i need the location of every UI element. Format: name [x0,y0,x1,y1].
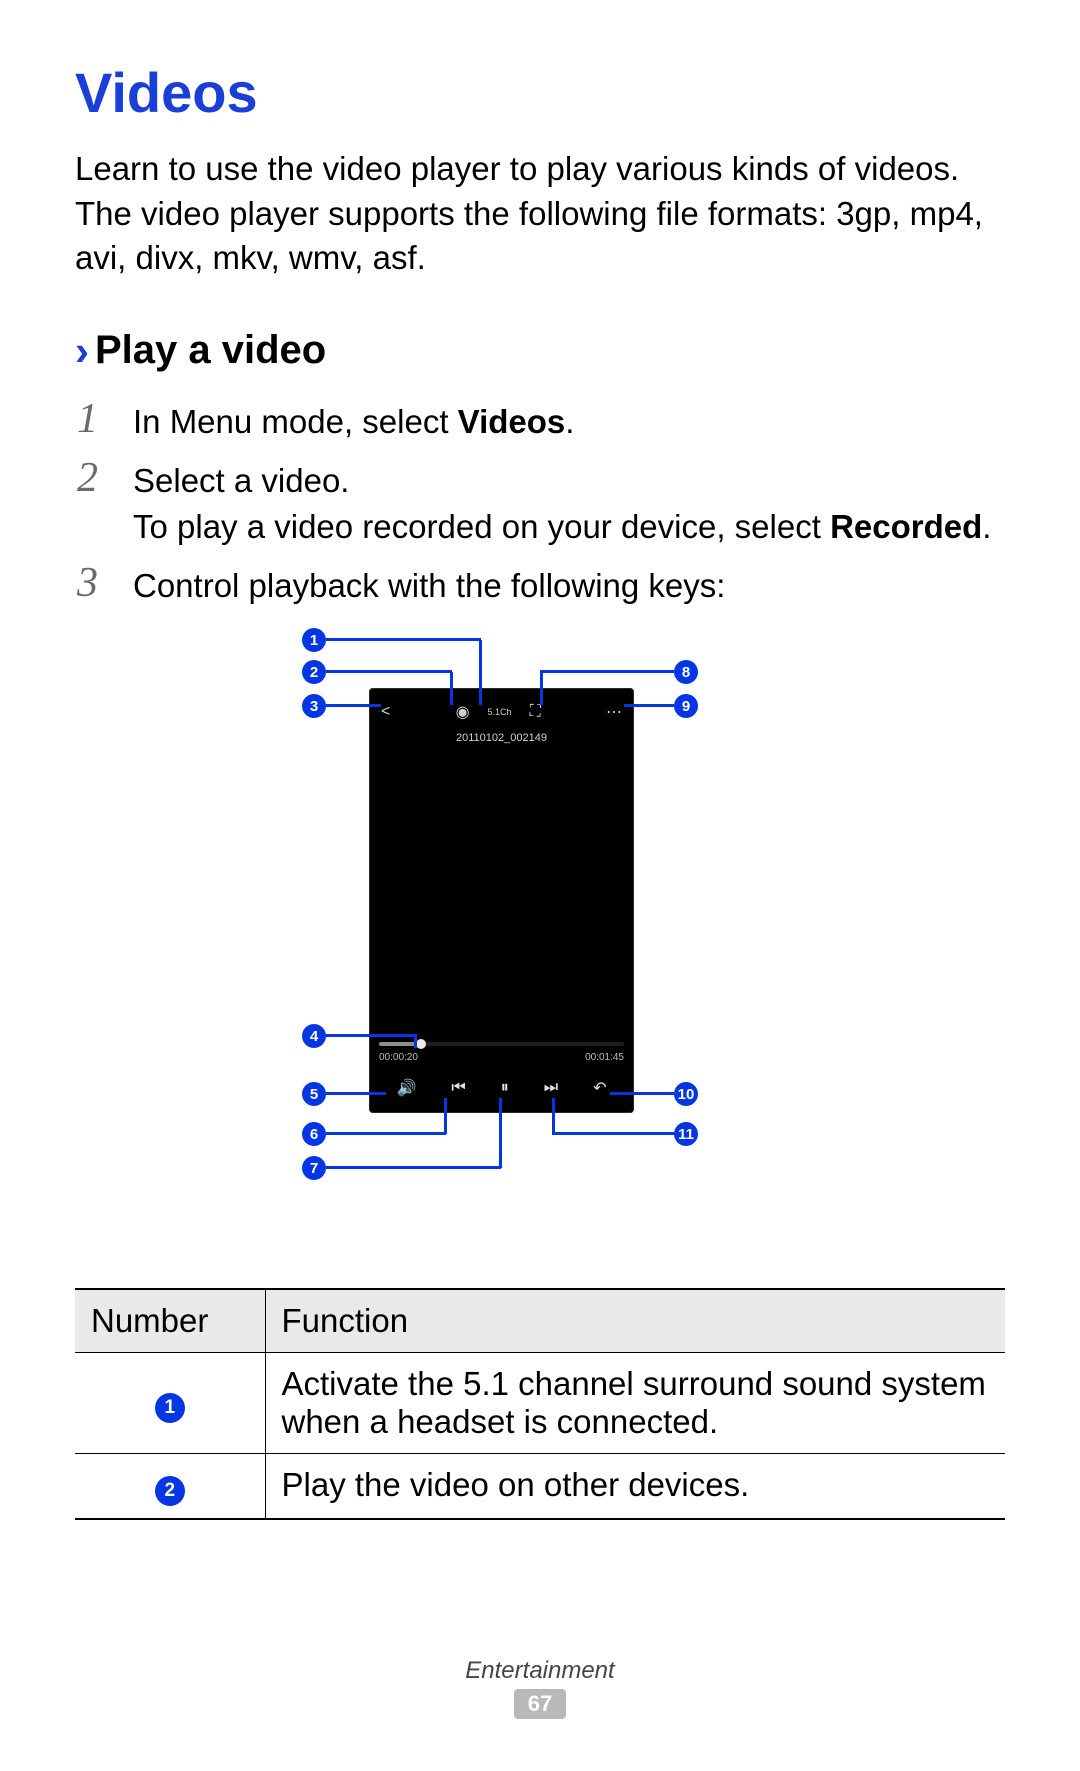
callout-7: 7 [302,1156,326,1180]
callout-line [326,670,452,673]
callout-3: 3 [302,694,326,718]
chevron-icon: › [75,327,89,375]
function-table: Number Function 1 Activate the 5.1 chann… [75,1288,1005,1520]
volume-icon[interactable]: 🔊 [396,1078,416,1098]
callout-line [414,1034,417,1048]
step-text-fragment: . [982,508,991,545]
number-badge: 2 [155,1476,185,1506]
page-title: Videos [75,60,1005,125]
table-header-row: Number Function [75,1289,1005,1353]
surround-label[interactable]: 5.1Ch [488,707,512,717]
video-filename: 20110102_002149 [369,732,634,744]
callout-5: 5 [302,1082,326,1106]
callout-line [540,672,543,705]
row-function-cell: Play the video on other devices. [265,1454,1005,1520]
callout-10: 10 [674,1082,698,1106]
col-number: Number [75,1289,265,1353]
step-text-fragment: To play a video recorded on your device,… [133,508,830,545]
step-text-line: Select a video. [133,462,349,499]
step-text: Control playback with the following keys… [133,559,725,610]
video-area[interactable] [375,750,628,1039]
callout-line [444,1098,447,1134]
table-row: 1 Activate the 5.1 channel surround soun… [75,1353,1005,1454]
topbar-middle: ◉ 5.1Ch ⛶ [456,702,541,722]
table-row: 2 Play the video on other devices. [75,1454,1005,1520]
callout-line [499,1098,502,1168]
footer-category: Entertainment [0,1657,1080,1685]
callout-line [326,704,381,707]
row-number-cell: 2 [75,1454,265,1520]
step-text: Select a video. To play a video recorded… [133,454,991,552]
callout-2: 2 [302,660,326,684]
step-number: 1 [77,395,133,443]
step-text: In Menu mode, select Videos. [133,395,574,446]
callout-line [540,670,674,673]
progress-knob[interactable] [416,1039,426,1049]
section-title: Play a video [95,328,326,373]
time-elapsed: 00:00:20 [379,1052,418,1063]
time-total: 00:01:45 [585,1052,624,1063]
fullscreen-icon[interactable]: ⛶ [530,703,541,721]
callout-1: 1 [302,628,326,652]
player-topbar: < ◉ 5.1Ch ⛶ ⋯ [369,694,634,730]
callout-line [326,1166,501,1169]
step-text-fragment: . [565,403,574,440]
step-number: 2 [77,454,133,502]
back-icon[interactable]: ↶ [593,1078,606,1098]
step-2: 2 Select a video. To play a video record… [77,454,1005,552]
callout-6: 6 [302,1122,326,1146]
previous-icon[interactable]: ⏮ [451,1079,465,1097]
steps-list: 1 In Menu mode, select Videos. 2 Select … [77,395,1005,610]
step-1: 1 In Menu mode, select Videos. [77,395,1005,446]
step-3: 3 Control playback with the following ke… [77,559,1005,610]
time-row: 00:00:20 00:01:45 [379,1052,624,1063]
section-heading: › Play a video [75,327,1005,375]
step-text-bold: Recorded [830,508,982,545]
callout-4: 4 [302,1024,326,1048]
callout-8: 8 [674,660,698,684]
step-number: 3 [77,559,133,607]
more-icon[interactable]: ⋯ [606,702,622,722]
callout-line [610,1092,674,1095]
callout-9: 9 [674,694,698,718]
callout-line [479,640,482,705]
callout-line [450,672,453,705]
row-number-cell: 1 [75,1353,265,1454]
callout-line [326,1132,446,1135]
col-function: Function [265,1289,1005,1353]
callout-line [552,1132,674,1135]
player-diagram: < ◉ 5.1Ch ⛶ ⋯ 20110102_002149 00:00:20 0… [90,628,990,1258]
row-function-cell: Activate the 5.1 channel surround sound … [265,1353,1005,1454]
callout-11: 11 [674,1122,698,1146]
manual-page: Videos Learn to use the video player to … [0,0,1080,1771]
next-icon[interactable]: ⏭ [544,1079,558,1097]
share-icon[interactable]: < [381,703,390,721]
pause-icon[interactable]: ⏸ [501,1079,509,1097]
step-text-fragment: In Menu mode, select [133,403,458,440]
page-footer: Entertainment 67 [0,1657,1080,1719]
intro-text: Learn to use the video player to play va… [75,147,1005,281]
phone-screen: < ◉ 5.1Ch ⛶ ⋯ 20110102_002149 00:00:20 0… [369,688,634,1113]
callout-line [326,1034,416,1037]
callout-line [326,1092,386,1095]
callout-line [624,704,674,707]
callout-line [326,638,481,641]
allshare-icon[interactable]: ◉ [456,702,470,722]
page-number: 67 [514,1689,566,1719]
callout-line [552,1098,555,1134]
step-text-bold: Videos [458,403,566,440]
number-badge: 1 [155,1393,185,1423]
